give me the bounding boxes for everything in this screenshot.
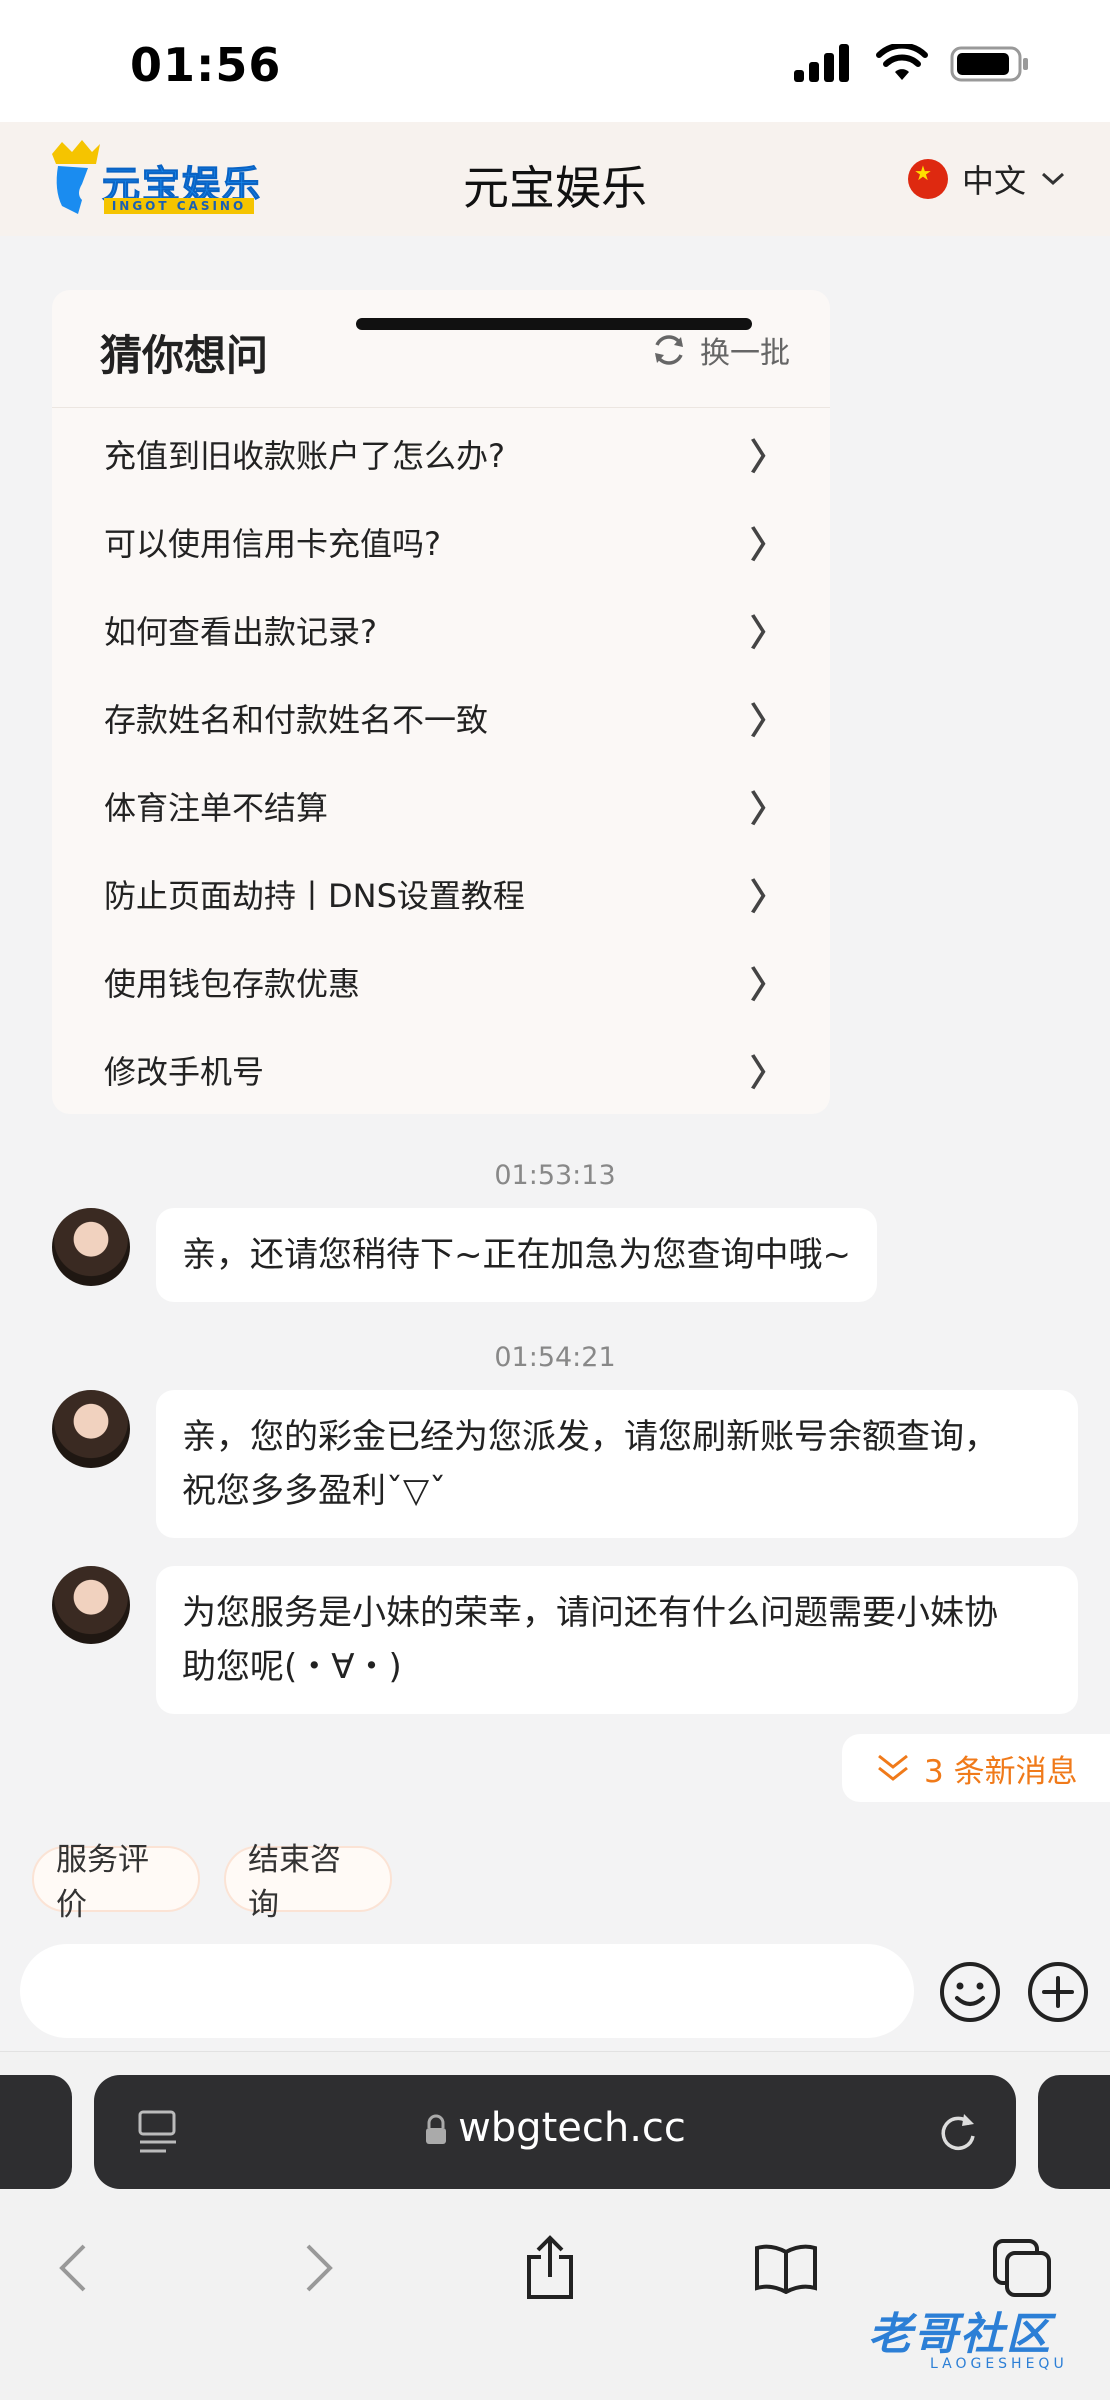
faq-item[interactable]: 可以使用信用卡充值吗? 〉 <box>52 498 830 586</box>
watermark-subtitle: LAOGESHEQU <box>930 2356 1068 2372</box>
faq-title: 猜你想问 <box>100 331 269 380</box>
back-button[interactable] <box>34 2228 114 2308</box>
url-text: wbgtech.cc <box>458 2105 686 2151</box>
agent-avatar <box>52 1566 130 1644</box>
tabs-icon <box>993 2239 1051 2297</box>
chevron-down-icon <box>1041 172 1065 186</box>
add-attachment-icon[interactable] <box>1026 1960 1090 2024</box>
faq-card: 猜你想问 换一批 充值到旧收款账户了怎么办? 〉 可以使用信用卡充值吗? 〉 如何查… <box>52 290 830 1114</box>
faq-item[interactable]: 使用钱包存款优惠〉 <box>52 938 830 1026</box>
faq-item[interactable]: 充值到旧收款账户了怎么办? 〉 <box>52 410 830 498</box>
new-messages-button[interactable]: 3 条新消息 <box>842 1734 1110 1802</box>
faq-item[interactable]: 体育注单不结算〉 <box>52 762 830 850</box>
app-header: 元宝娱乐 INGOT CASINO 元宝娱乐 中文 <box>0 122 1110 236</box>
emoji-icon[interactable] <box>938 1960 1002 2024</box>
message-input[interactable] <box>20 1944 914 2038</box>
url-display: wbgtech.cc <box>94 2105 1016 2151</box>
china-flag-icon <box>907 159 948 199</box>
status-icons <box>794 44 1030 84</box>
faq-list: 充值到旧收款账户了怎么办? 〉 可以使用信用卡充值吗? 〉 如何查看出款记录? 〉 存… <box>52 408 830 1114</box>
bookmarks-button[interactable] <box>746 2228 826 2308</box>
rate-service-button[interactable]: 服务评价 <box>32 1842 200 1923</box>
message-timestamp: 01:54:21 <box>494 1342 616 1373</box>
chevron-right-icon: 〉 <box>749 701 786 742</box>
watermark-logo: 老哥社区 <box>868 2309 1052 2360</box>
chevron-right-icon: 〉 <box>749 789 786 830</box>
faq-item[interactable]: 如何查看出款记录? 〉 <box>52 586 830 674</box>
chevron-right-icon: 〉 <box>749 965 786 1006</box>
refresh-button[interactable]: 换一批 <box>650 328 790 372</box>
signal-icon <box>794 44 849 82</box>
end-consultation-button[interactable]: 结束咨询 <box>224 1842 392 1923</box>
chevron-right-icon: 〉 <box>749 877 786 918</box>
status-time: 01:56 <box>130 38 282 92</box>
faq-header: 猜你想问 换一批 <box>52 290 830 408</box>
battery-icon <box>950 46 1028 82</box>
faq-item[interactable]: 修改手机号〉 <box>52 1026 830 1114</box>
reload-icon[interactable] <box>936 2110 980 2154</box>
address-bar[interactable]: wbgtech.cc <box>94 2075 1016 2189</box>
double-chevron-down-icon <box>878 1754 908 1781</box>
book-icon <box>755 2244 817 2294</box>
next-tab-preview[interactable] <box>1038 2075 1110 2189</box>
composer <box>0 1930 1110 2052</box>
status-bar: 01:56 <box>0 0 1110 122</box>
chat-bubble: 为您服务是小妹的荣幸，请问还有什么问题需要小妹协 助您呢(・∀・) <box>156 1566 1078 1714</box>
chevron-right-icon <box>306 2244 333 2292</box>
wifi-icon <box>876 44 928 80</box>
chevron-right-icon: 〉 <box>749 1053 786 1094</box>
tabs-button[interactable] <box>982 2228 1062 2308</box>
home-indicator[interactable] <box>356 318 752 330</box>
refresh-label: 换一批 <box>700 336 790 371</box>
forward-button[interactable] <box>278 2228 358 2308</box>
refresh-icon <box>655 335 683 365</box>
chevron-right-icon: 〉 <box>749 613 786 654</box>
share-icon <box>527 2235 573 2299</box>
chat-bubble: 亲，您的彩金已经为您派发，请您刷新账号余额查询， 祝您多多盈利ˇ▽ˇ <box>156 1390 1078 1538</box>
language-label: 中文 <box>961 162 1026 200</box>
language-selector[interactable]: 中文 <box>907 156 1066 202</box>
agent-avatar <box>52 1390 130 1468</box>
previous-tab-preview[interactable] <box>0 2075 72 2189</box>
lock-icon <box>426 2114 447 2144</box>
message-timestamp: 01:53:13 <box>494 1160 616 1191</box>
share-button[interactable] <box>510 2228 590 2308</box>
faq-item[interactable]: 存款姓名和付款姓名不一致〉 <box>52 674 830 762</box>
chevron-right-icon: 〉 <box>749 437 786 478</box>
agent-avatar <box>52 1208 130 1286</box>
chat-bubble: 亲，还请您稍待下~正在加急为您查询中哦~ <box>156 1208 877 1302</box>
faq-item[interactable]: 防止页面劫持丨DNS设置教程〉 <box>52 850 830 938</box>
chevron-right-icon: 〉 <box>749 525 786 566</box>
chevron-left-icon <box>59 2244 86 2292</box>
new-messages-label: 3 条新消息 <box>924 1753 1078 1790</box>
